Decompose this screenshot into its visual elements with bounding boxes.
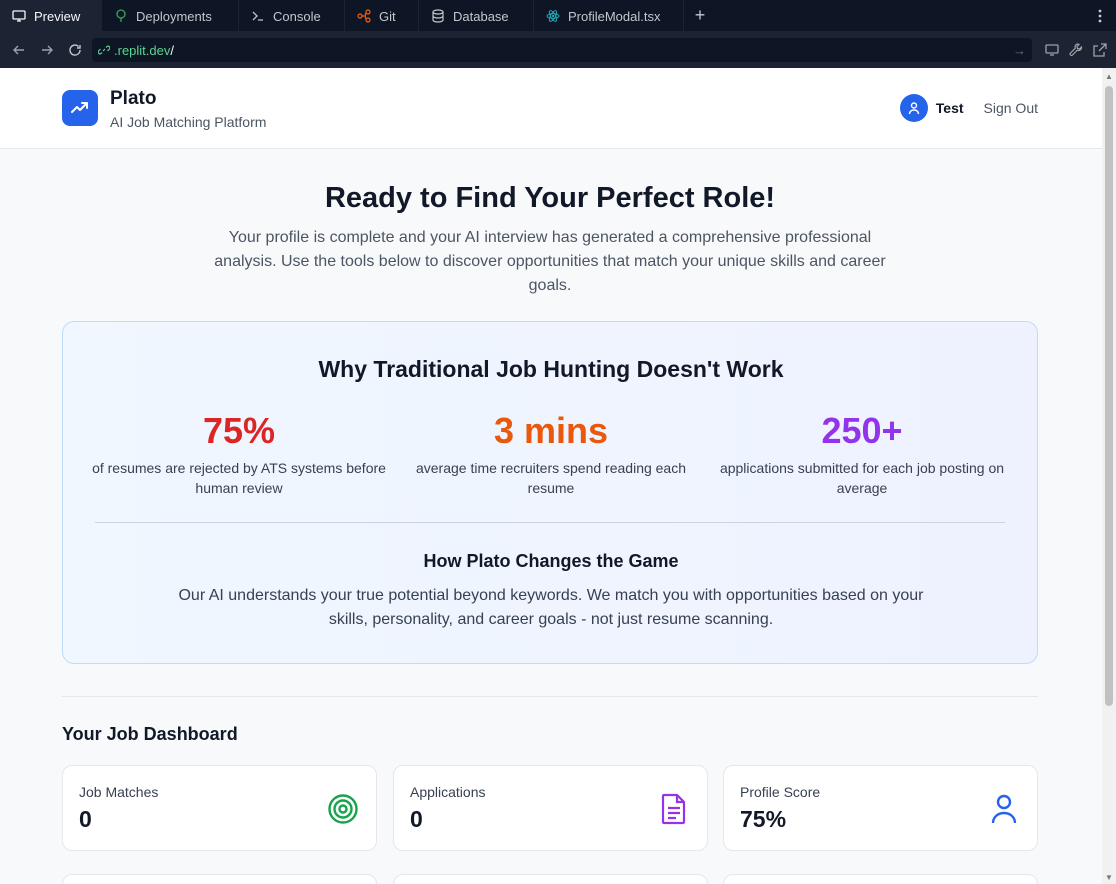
card-value: 0: [410, 806, 423, 832]
arrow-right-icon[interactable]: →: [1013, 43, 1026, 58]
tab-label: Preview: [34, 8, 81, 24]
scrollbar-thumb[interactable]: [1105, 86, 1113, 706]
stat-value: 3 mins: [493, 410, 609, 451]
card-value: 0: [79, 806, 92, 832]
tab-label: Database: [453, 8, 509, 24]
stat-value: 250+: [821, 410, 903, 451]
card-label: Job Matches: [79, 784, 159, 800]
dashboard-card[interactable]: [62, 874, 377, 884]
applications-card[interactable]: Applications 0: [393, 765, 708, 851]
git-icon: [357, 9, 371, 23]
stat-label: of resumes are rejected by ATS systems b…: [92, 460, 386, 496]
dashboard-card[interactable]: [723, 874, 1038, 884]
ide-tab-bar: Preview Deployments Console Git Database…: [0, 0, 1116, 32]
reload-button[interactable]: [64, 39, 86, 61]
plato-logo[interactable]: [62, 90, 98, 126]
url-bar: .replit.dev / →: [0, 32, 1116, 68]
kebab-icon: [1098, 9, 1102, 22]
tab-database[interactable]: Database: [419, 0, 534, 32]
wrench-icon[interactable]: [1068, 42, 1084, 58]
brand-name: Plato: [110, 88, 157, 109]
tab-deployments[interactable]: Deployments: [102, 0, 239, 32]
why-title: Why Traditional Job Hunting Doesn't Work: [318, 356, 784, 382]
dashboard-title: Your Job Dashboard: [62, 724, 238, 744]
user-icon: [908, 102, 919, 115]
how-text: Our AI understands your true potential b…: [178, 587, 924, 628]
tab-git[interactable]: Git: [345, 0, 419, 32]
tab-label: Console: [273, 8, 321, 24]
url-input[interactable]: .replit.dev / →: [92, 38, 1032, 62]
card-label: Profile Score: [740, 784, 821, 800]
more-options-button[interactable]: [1084, 0, 1116, 31]
card-value: 75%: [740, 806, 787, 832]
profile-score-card[interactable]: Profile Score 75%: [723, 765, 1038, 851]
tab-label: ProfileModal.tsx: [568, 8, 661, 24]
deploy-icon: [114, 9, 128, 23]
back-button[interactable]: [8, 39, 30, 61]
page-title: Ready to Find Your Perfect Role!: [324, 182, 776, 214]
why-section: Why Traditional Job Hunting Doesn't Work…: [62, 321, 1038, 664]
stat-value: 75%: [202, 410, 276, 451]
scrollbar[interactable]: ▲ ▼: [1102, 68, 1116, 884]
user-name: Test: [935, 100, 964, 116]
dashboard-card[interactable]: [393, 874, 708, 884]
database-icon: [431, 9, 445, 23]
stat-recruiter-time: 3 mins average time recruiters spend rea…: [396, 408, 706, 498]
reload-icon: [69, 44, 81, 56]
card-label: Applications: [410, 784, 486, 800]
tab-label: Deployments: [136, 8, 212, 24]
scroll-up-icon[interactable]: ▲: [1105, 72, 1113, 81]
avatar[interactable]: [899, 94, 928, 122]
stat-label: average time recruiters spend reading ea…: [415, 460, 687, 496]
divider: [62, 696, 1038, 697]
url-domain: .replit.dev: [114, 42, 171, 58]
tab-label: Git: [379, 8, 396, 24]
job-matches-card[interactable]: Job Matches 0: [62, 765, 377, 851]
plus-icon: +: [694, 5, 706, 25]
forward-button[interactable]: [36, 39, 58, 61]
url-path: /: [170, 42, 174, 58]
tab-console[interactable]: Console: [239, 0, 345, 32]
arrow-right-icon: [42, 45, 53, 55]
stat-applications: 250+ applications submitted for each job…: [707, 408, 1017, 498]
trending-up-icon: [71, 102, 88, 113]
target-icon: [326, 792, 360, 826]
external-link-icon[interactable]: [1092, 42, 1108, 58]
tab-preview[interactable]: Preview: [0, 0, 102, 32]
monitor-icon: [12, 9, 26, 23]
how-title: How Plato Changes the Game: [423, 551, 679, 571]
react-icon: [546, 9, 560, 23]
page-subtitle: Your profile is complete and your AI int…: [214, 229, 886, 294]
arrow-left-icon: [13, 45, 24, 55]
preview-viewport: Plato AI Job Matching Platform Test Sign…: [0, 68, 1102, 884]
stat-label: applications submitted for each job post…: [719, 460, 1005, 496]
document-icon: [657, 792, 691, 826]
link-icon: [98, 45, 110, 55]
stat-ats: 75% of resumes are rejected by ATS syste…: [84, 408, 394, 498]
divider: [95, 522, 1005, 523]
terminal-icon: [251, 9, 265, 23]
scroll-down-icon[interactable]: ▼: [1105, 873, 1113, 882]
sign-out-button[interactable]: Sign Out: [984, 100, 1038, 116]
devices-icon[interactable]: [1044, 42, 1060, 58]
app-header: Plato AI Job Matching Platform Test Sign…: [0, 68, 1102, 149]
brand-tagline: AI Job Matching Platform: [110, 114, 267, 130]
tab-profilemodal[interactable]: ProfileModal.tsx: [534, 0, 684, 32]
user-icon: [987, 792, 1021, 826]
add-tab-button[interactable]: +: [684, 0, 716, 31]
